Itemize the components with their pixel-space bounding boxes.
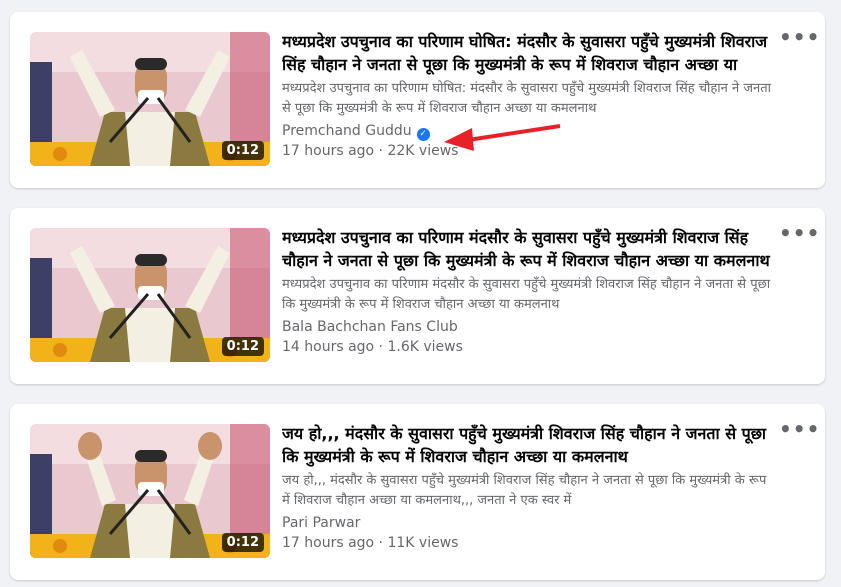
more-options-icon[interactable]: ••• <box>779 27 819 48</box>
video-title[interactable]: मध्यप्रदेश उपचुनाव का परिणाम मंदसौर के स… <box>282 226 772 272</box>
video-duration: 0:12 <box>221 337 264 356</box>
video-age: 17 hours ago <box>282 143 375 159</box>
video-description: मध्यप्रदेश उपचुनाव का परिणाम घोषित: मंदस… <box>282 81 771 116</box>
more-options-icon[interactable]: ••• <box>779 223 819 244</box>
video-thumbnail[interactable]: 0:12 <box>30 424 270 558</box>
author-name[interactable]: Premchand Guddu <box>282 123 412 139</box>
video-meta: 17 hours ago · 11K views <box>282 533 458 553</box>
video-thumbnail[interactable]: 0:12 <box>30 228 270 362</box>
video-thumbnail[interactable]: 0:12 <box>30 32 270 166</box>
video-author: Bala Bachchan Fans Club <box>282 317 458 337</box>
video-duration: 0:12 <box>221 141 264 160</box>
meta-separator: · <box>374 535 388 551</box>
video-meta: 17 hours ago · 22K views <box>282 141 458 161</box>
meta-separator: · <box>374 339 388 355</box>
video-title[interactable]: मध्यप्रदेश उपचुनाव का परिणाम घोषित: मंदस… <box>282 30 772 76</box>
video-description: जय हो,,, मंदसौर के सुवासरा पहुँचे मुख्यम… <box>282 473 767 508</box>
video-age: 17 hours ago <box>282 535 375 551</box>
video-card[interactable]: 0:12 मध्यप्रदेश उपचुनाव का परिणाम घोषित:… <box>10 12 825 188</box>
video-description: मध्यप्रदेश उपचुनाव का परिणाम मंदसौर के स… <box>282 277 771 312</box>
more-options-icon[interactable]: ••• <box>779 419 819 440</box>
verified-badge-icon: ✓ <box>416 128 430 141</box>
video-views: 11K views <box>387 535 459 551</box>
video-title[interactable]: जय हो,,, मंदसौर के सुवासरा पहुँचे मुख्यम… <box>282 422 772 468</box>
meta-separator: · <box>374 143 388 159</box>
video-meta: 14 hours ago · 1.6K views <box>282 337 463 357</box>
video-author: Premchand Guddu ✓ <box>282 121 430 141</box>
author-name[interactable]: Bala Bachchan Fans Club <box>282 319 458 335</box>
video-views: 1.6K views <box>387 339 463 355</box>
video-author: Pari Parwar <box>282 513 360 533</box>
video-age: 14 hours ago <box>282 339 375 355</box>
author-name[interactable]: Pari Parwar <box>282 515 360 531</box>
video-card[interactable]: 0:12 मध्यप्रदेश उपचुनाव का परिणाम मंदसौर… <box>10 208 825 384</box>
red-arrow-annotation <box>444 124 561 151</box>
video-duration: 0:12 <box>221 533 264 552</box>
video-card[interactable]: 0:12 जय हो,,, मंदसौर के सुवासरा पहुँचे म… <box>10 404 825 580</box>
